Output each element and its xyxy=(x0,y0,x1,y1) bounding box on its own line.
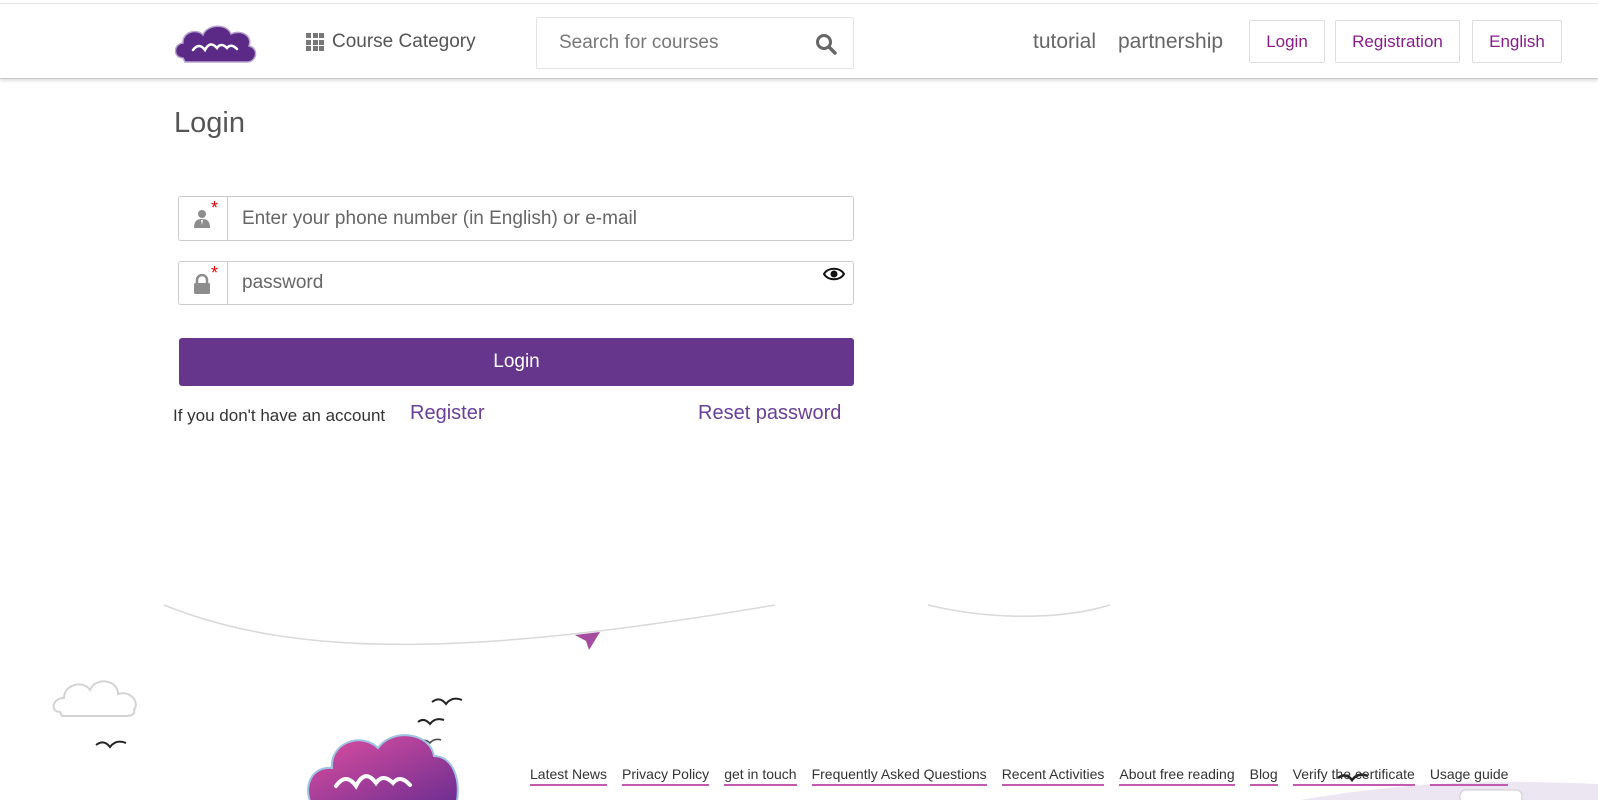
flight-path-line xyxy=(163,604,776,646)
footer-link-usage-guide[interactable]: Usage guide xyxy=(1429,766,1509,786)
footer-link-blog[interactable]: Blog xyxy=(1249,766,1278,786)
top-navbar: Course Category tutorial partnership Log… xyxy=(0,3,1598,79)
password-input[interactable] xyxy=(227,261,854,305)
footer-logo[interactable] xyxy=(302,726,462,800)
page-title: Login xyxy=(174,107,245,139)
site-logo[interactable] xyxy=(171,18,261,70)
no-account-text: If you don't have an account xyxy=(173,406,386,425)
user-icon xyxy=(194,210,210,228)
tutorial-link[interactable]: tutorial xyxy=(1033,30,1096,54)
footer-link-faq[interactable]: Frequently Asked Questions xyxy=(811,766,987,786)
cloud-icon xyxy=(52,680,137,717)
footer-links: Latest News Privacy Policy get in touch … xyxy=(530,766,1523,786)
footer-link-verify-certificate[interactable]: Verify the certificate xyxy=(1292,766,1415,786)
login-nav-button[interactable]: Login xyxy=(1249,20,1325,63)
bird-icon xyxy=(431,697,463,706)
reset-password-link[interactable]: Reset password xyxy=(698,402,841,425)
partnership-link[interactable]: partnership xyxy=(1118,30,1223,54)
footer-link-get-in-touch[interactable]: get in touch xyxy=(724,766,797,786)
course-category-menu[interactable]: Course Category xyxy=(306,31,476,53)
eye-icon[interactable] xyxy=(823,266,845,282)
password-addon: * xyxy=(178,261,227,305)
footer-link-privacy-policy[interactable]: Privacy Policy xyxy=(622,766,710,786)
required-mark: * xyxy=(211,198,219,218)
registration-nav-button[interactable]: Registration xyxy=(1335,20,1460,63)
footer-link-recent-activities[interactable]: Recent Activities xyxy=(1001,766,1105,786)
search-box xyxy=(536,17,854,69)
logo-cloud-icon xyxy=(174,25,257,63)
course-category-label: Course Category xyxy=(332,31,476,52)
language-button[interactable]: English xyxy=(1472,20,1562,63)
username-input[interactable] xyxy=(227,196,854,241)
search-icon[interactable] xyxy=(815,33,837,55)
username-addon: * xyxy=(178,196,227,241)
footer-link-latest-news[interactable]: Latest News xyxy=(530,766,608,786)
flight-path-line xyxy=(927,604,1111,617)
logo-cloud-icon xyxy=(307,734,459,800)
grid-icon xyxy=(306,33,324,51)
username-field: * xyxy=(178,196,854,241)
footer-link-about-free-reading[interactable]: About free reading xyxy=(1119,766,1235,786)
paper-plane-icon xyxy=(575,632,600,650)
footer-widget xyxy=(1459,789,1523,800)
bird-icon xyxy=(417,718,445,726)
search-input[interactable] xyxy=(537,32,807,54)
login-submit-button[interactable]: Login xyxy=(179,338,854,386)
register-link[interactable]: Register xyxy=(410,402,484,425)
required-mark: * xyxy=(211,263,219,283)
lock-icon xyxy=(194,274,210,294)
bird-icon xyxy=(95,740,127,749)
password-field: * xyxy=(178,261,854,305)
